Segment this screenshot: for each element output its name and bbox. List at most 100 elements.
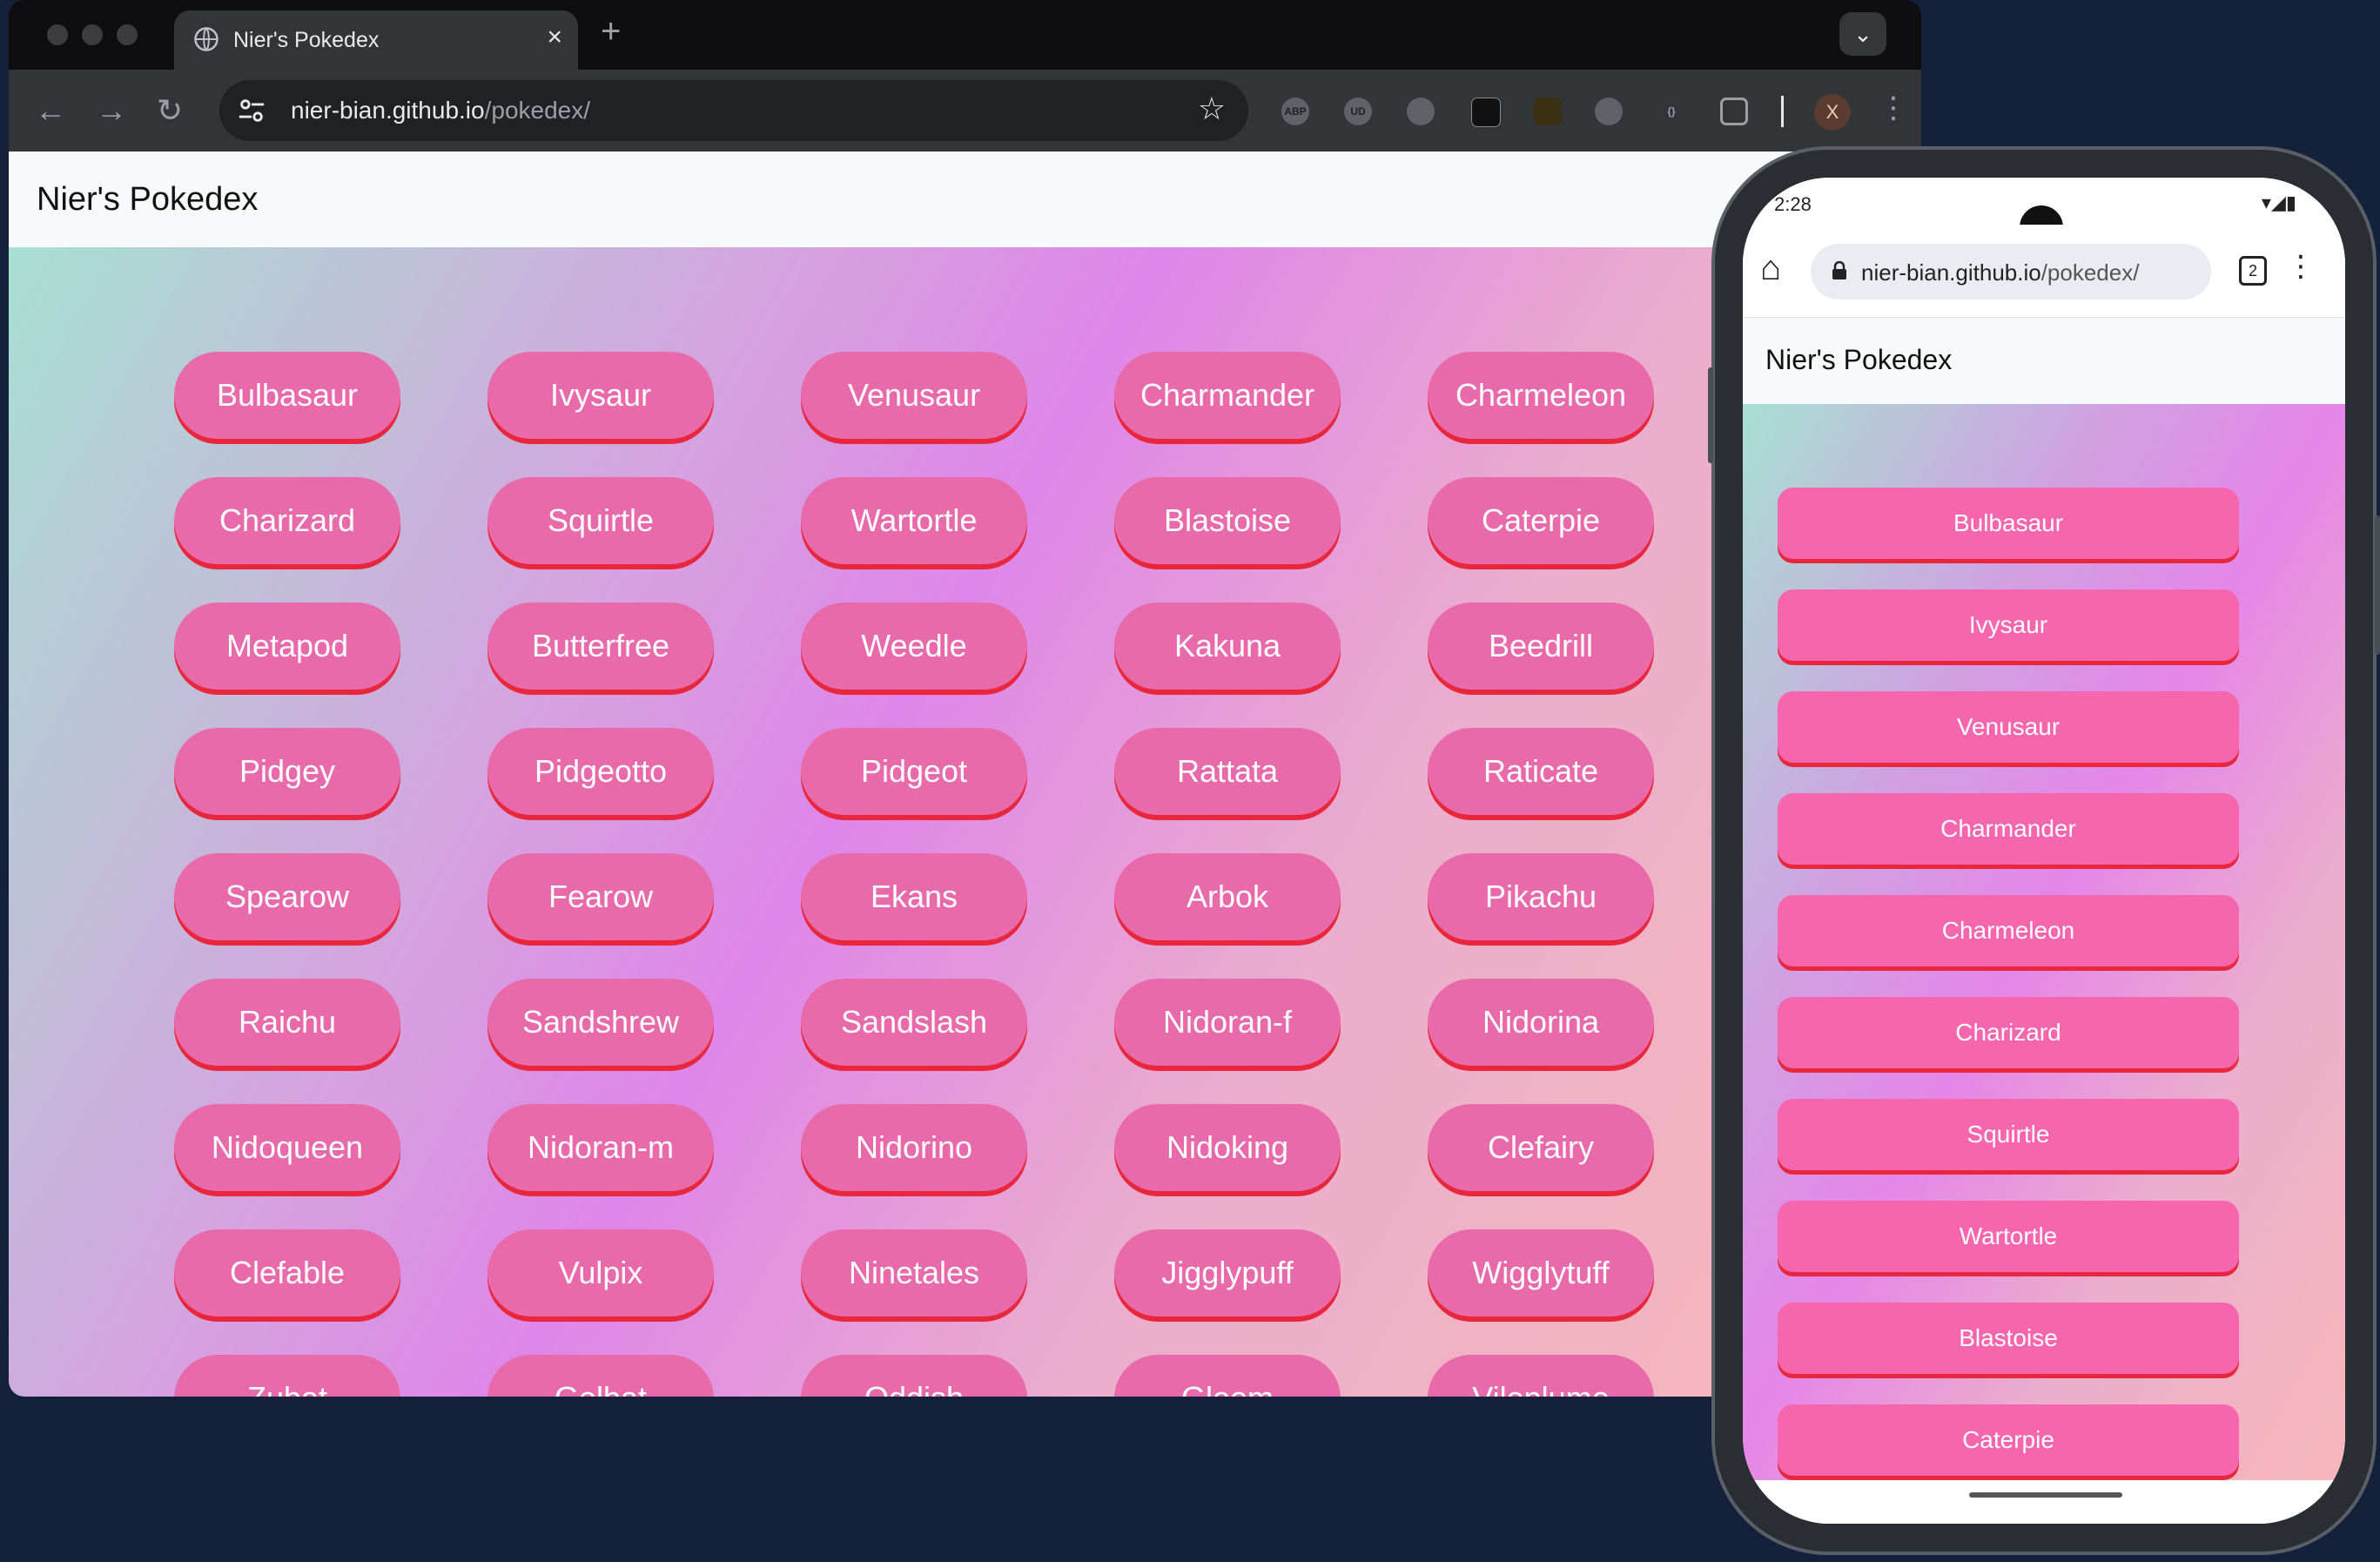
mobile-pokemon-button[interactable]: Charmander — [1778, 793, 2239, 865]
pokemon-button[interactable]: Sandshrew — [487, 979, 714, 1066]
pokemon-button[interactable]: Vulpix — [487, 1229, 714, 1316]
window-close-dot[interactable] — [47, 24, 68, 45]
mobile-pokemon-button[interactable]: Venusaur — [1778, 691, 2239, 763]
pokemon-button[interactable]: Zubat — [174, 1355, 400, 1397]
pokemon-button[interactable]: Bulbasaur — [174, 352, 400, 439]
pokemon-button[interactable]: Clefairy — [1428, 1104, 1654, 1191]
pokemon-button[interactable]: Butterfree — [487, 603, 714, 690]
browser-toolbar: ← → ↻ nier-bian.github.io/pokedex/ ☆ ABP… — [9, 70, 1921, 151]
phone-device: 2:28 ▾◢▮ ⌂ nier-bian.github.io/pokedex/ … — [1708, 150, 2380, 1552]
site-settings-icon[interactable] — [237, 96, 266, 125]
lock-extension-icon[interactable] — [1471, 98, 1501, 127]
pokemon-button[interactable]: Caterpie — [1428, 477, 1654, 564]
bookmark-star-icon[interactable]: ☆ — [1198, 91, 1226, 127]
tab-switcher-button[interactable]: 2 — [2239, 256, 2267, 286]
tab-strip: Nier's Pokedex × + ⌄ — [9, 0, 1921, 70]
pokemon-button[interactable]: Nidorina — [1428, 979, 1654, 1066]
mobile-pokemon-button[interactable]: Blastoise — [1778, 1303, 2239, 1374]
pokemon-button[interactable]: Golbat — [487, 1355, 714, 1397]
pokemon-button[interactable]: Sandslash — [801, 979, 1027, 1066]
pokemon-button[interactable]: Beedrill — [1428, 603, 1654, 690]
pokemon-button[interactable]: Nidoqueen — [174, 1104, 400, 1191]
site-navbar: Nier's Pokedex — [9, 151, 1921, 247]
pokemon-button[interactable]: Nidorino — [801, 1104, 1027, 1191]
phone-screen: 2:28 ▾◢▮ ⌂ nier-bian.github.io/pokedex/ … — [1743, 178, 2345, 1524]
json-extension-icon[interactable]: {} — [1657, 98, 1685, 125]
mobile-pokemon-button[interactable]: Charmeleon — [1778, 895, 2239, 966]
window-minimize-dot[interactable] — [82, 24, 103, 45]
mobile-pokemon-button[interactable]: Wartortle — [1778, 1201, 2239, 1272]
mobile-address-bar[interactable]: nier-bian.github.io/pokedex/ — [1811, 244, 2211, 300]
status-bar: 2:28 ▾◢▮ — [1743, 178, 2345, 249]
pokemon-button[interactable]: Ivysaur — [487, 352, 714, 439]
pokemon-button[interactable]: Clefable — [174, 1229, 400, 1316]
pokemon-button[interactable]: Raticate — [1428, 728, 1654, 815]
pokemon-button[interactable]: Nidoking — [1114, 1104, 1341, 1191]
site-title[interactable]: Nier's Pokedex — [37, 181, 258, 219]
pokemon-button[interactable]: Pidgeotto — [487, 728, 714, 815]
url-text: nier-bian.github.io/pokedex/ — [291, 97, 590, 125]
pokemon-button[interactable]: Pidgeot — [801, 728, 1027, 815]
pokemon-button[interactable]: Vileplume — [1428, 1355, 1654, 1397]
shield-extension-icon[interactable] — [1595, 98, 1623, 125]
pokemon-button[interactable]: Pikachu — [1428, 853, 1654, 940]
glasses-extension-icon[interactable] — [1407, 98, 1435, 125]
mobile-url-text: nier-bian.github.io/pokedex/ — [1861, 259, 2139, 286]
pokemon-button[interactable]: Oddish — [801, 1355, 1027, 1397]
pokemon-button[interactable]: Charmander — [1114, 352, 1341, 439]
pokemon-grid: Bulbasaur Ivysaur Venusaur Charmander Charme… — [174, 352, 1654, 1397]
signal-battery-icon: ▾◢▮ — [2261, 192, 2296, 213]
pokemon-button[interactable]: Squirtle — [487, 477, 714, 564]
forward-arrow-icon[interactable]: → — [96, 89, 127, 132]
mobile-site-title[interactable]: Nier's Pokedex — [1765, 344, 1952, 376]
close-tab-icon[interactable]: × — [547, 23, 562, 52]
pokemon-button[interactable]: Blastoise — [1114, 477, 1341, 564]
pokemon-button[interactable]: Weedle — [801, 603, 1027, 690]
pokemon-button[interactable]: Raichu — [174, 979, 400, 1066]
phone-volume-button — [2375, 515, 2380, 655]
mobile-site-navbar: Nier's Pokedex — [1743, 317, 2345, 405]
pokemon-button[interactable]: Jigglypuff — [1114, 1229, 1341, 1316]
back-arrow-icon[interactable]: ← — [35, 89, 66, 132]
lock-icon — [1832, 261, 1846, 279]
pokemon-button[interactable]: Ninetales — [801, 1229, 1027, 1316]
home-icon[interactable]: ⌂ — [1760, 249, 1781, 288]
new-tab-button[interactable]: + — [601, 12, 621, 51]
browser-menu-icon[interactable]: ⋮ — [1879, 91, 1908, 125]
pokemon-button[interactable]: Charmeleon — [1428, 352, 1654, 439]
mobile-url-host: nier-bian.github.io — [1861, 259, 2041, 286]
pokemon-area: Bulbasaur Ivysaur Venusaur Charmander Charme… — [9, 247, 1921, 1397]
pokemon-button[interactable]: Gloom — [1114, 1355, 1341, 1397]
pokemon-button[interactable]: Metapod — [174, 603, 400, 690]
cube-extension-icon[interactable] — [1534, 98, 1562, 125]
pokemon-button[interactable]: Ekans — [801, 853, 1027, 940]
mobile-pokemon-button[interactable]: Ivysaur — [1778, 589, 2239, 661]
pokemon-button[interactable]: Rattata — [1114, 728, 1341, 815]
mobile-pokemon-button[interactable]: Charizard — [1778, 997, 2239, 1068]
reload-icon[interactable]: ↻ — [157, 89, 183, 132]
pokemon-button[interactable]: Pidgey — [174, 728, 400, 815]
tab-search-button[interactable]: ⌄ — [1839, 12, 1886, 56]
tab-active[interactable]: Nier's Pokedex × — [174, 10, 578, 70]
ublock-extension-icon[interactable]: UD — [1344, 98, 1372, 125]
pokemon-button[interactable]: Fearow — [487, 853, 714, 940]
pokemon-button[interactable]: Wartortle — [801, 477, 1027, 564]
adblock-extension-icon[interactable]: ABP — [1281, 98, 1309, 125]
mobile-menu-icon[interactable]: ⋮ — [2286, 249, 2316, 284]
mobile-pokemon-button[interactable]: Bulbasaur — [1778, 488, 2239, 559]
pokemon-button[interactable]: Charizard — [174, 477, 400, 564]
pokemon-button[interactable]: Kakuna — [1114, 603, 1341, 690]
gesture-handle[interactable] — [1969, 1492, 2122, 1498]
profile-avatar[interactable]: X — [1814, 94, 1851, 131]
pokemon-button[interactable]: Venusaur — [801, 352, 1027, 439]
puzzle-extensions-icon[interactable] — [1720, 98, 1748, 125]
window-zoom-dot[interactable] — [117, 24, 138, 45]
pokemon-button[interactable]: Nidoran-m — [487, 1104, 714, 1191]
pokemon-button[interactable]: Spearow — [174, 853, 400, 940]
pokemon-button[interactable]: Nidoran-f — [1114, 979, 1341, 1066]
pokemon-button[interactable]: Arbok — [1114, 853, 1341, 940]
address-bar[interactable]: nier-bian.github.io/pokedex/ ☆ — [219, 80, 1248, 141]
pokemon-button[interactable]: Wigglytuff — [1428, 1229, 1654, 1316]
mobile-pokemon-button[interactable]: Caterpie — [1778, 1404, 2239, 1476]
mobile-pokemon-button[interactable]: Squirtle — [1778, 1099, 2239, 1170]
